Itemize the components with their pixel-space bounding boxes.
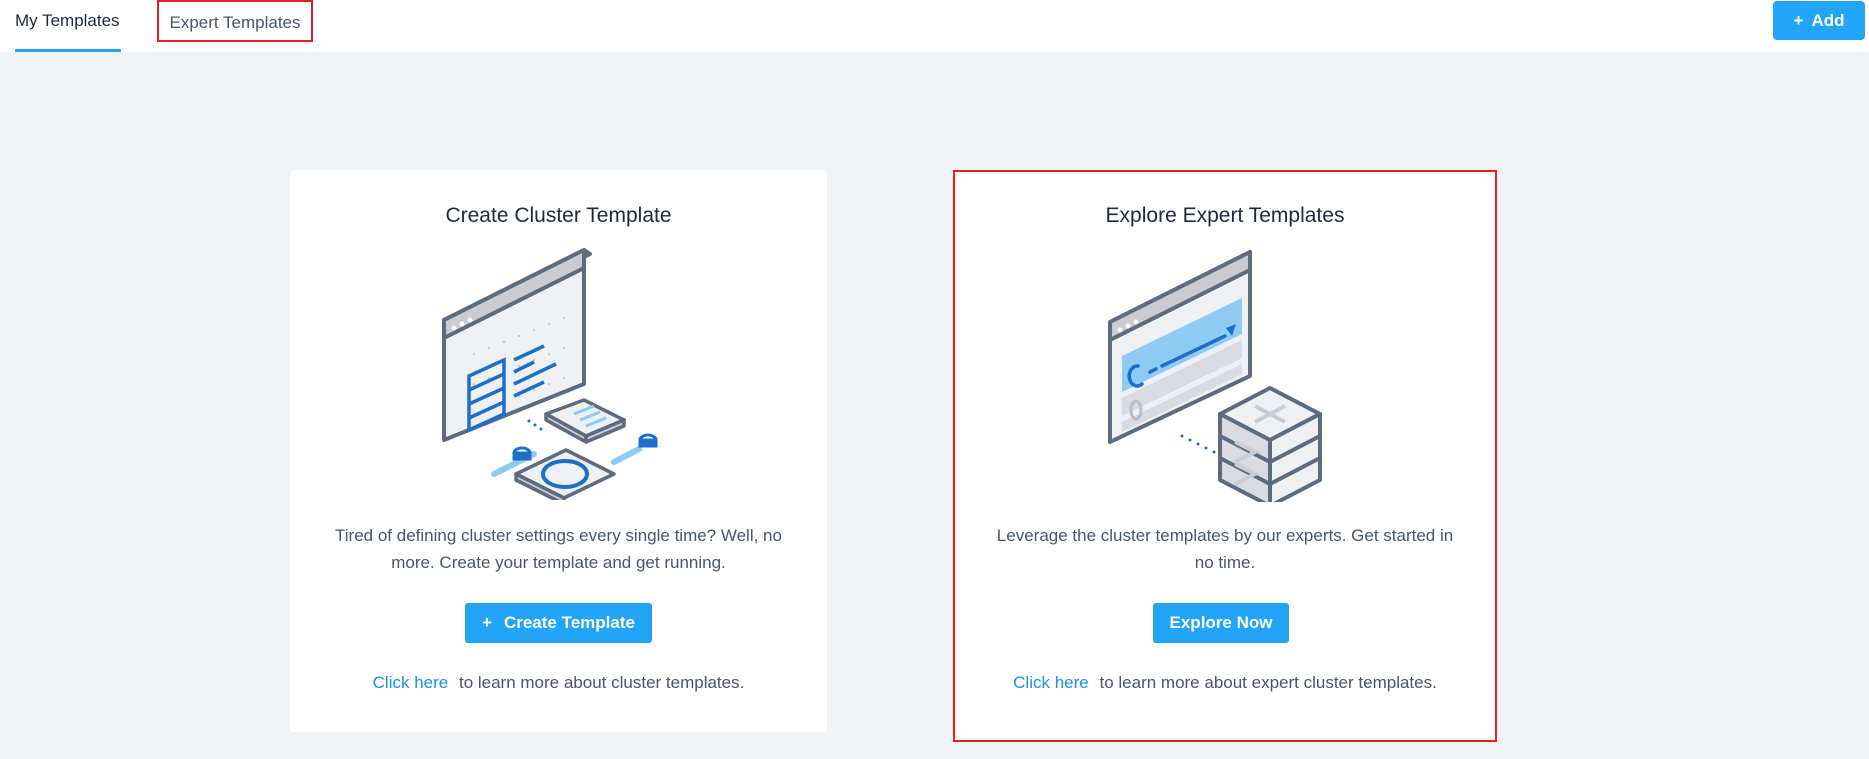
top-nav-bar: My Templates Expert Templates + Add <box>0 0 1869 52</box>
click-here-link[interactable]: Click here <box>373 673 449 692</box>
expert-template-illustration-icon <box>1108 250 1322 502</box>
plus-icon: + <box>1793 10 1804 30</box>
learn-more-suffix: to learn more about expert cluster templ… <box>1099 673 1437 692</box>
learn-more-suffix: to learn more about cluster templates. <box>458 673 745 692</box>
learn-more-text: Click here to learn more about expert cl… <box>955 673 1495 693</box>
tab-my-templates[interactable]: My Templates <box>15 0 121 52</box>
explore-expert-templates-card: Explore Expert Templates Leverage the cl… <box>953 170 1497 742</box>
plus-icon: + <box>482 613 492 632</box>
click-here-link[interactable]: Click here <box>1013 673 1089 692</box>
card-description: Leverage the cluster templates by our ex… <box>996 526 1454 572</box>
learn-more-text: Click here to learn more about cluster t… <box>290 673 827 693</box>
card-title: Explore Expert Templates <box>1105 204 1345 227</box>
cluster-template-illustration-icon <box>441 248 657 500</box>
create-template-button[interactable]: + Create Template <box>465 603 652 643</box>
card-title: Create Cluster Template <box>445 204 672 227</box>
add-button[interactable]: + Add <box>1773 1 1865 40</box>
explore-now-label: Explore Now <box>1169 613 1273 632</box>
tab-expert-templates[interactable]: Expert Templates <box>157 0 313 42</box>
explore-now-button[interactable]: Explore Now <box>1153 603 1289 643</box>
create-cluster-template-card: Create Cluster Template Tired of definin… <box>290 170 827 732</box>
card-description: Tired of defining cluster settings every… <box>335 526 782 572</box>
create-template-label: Create Template <box>503 613 635 632</box>
add-button-label: Add <box>1811 10 1845 30</box>
